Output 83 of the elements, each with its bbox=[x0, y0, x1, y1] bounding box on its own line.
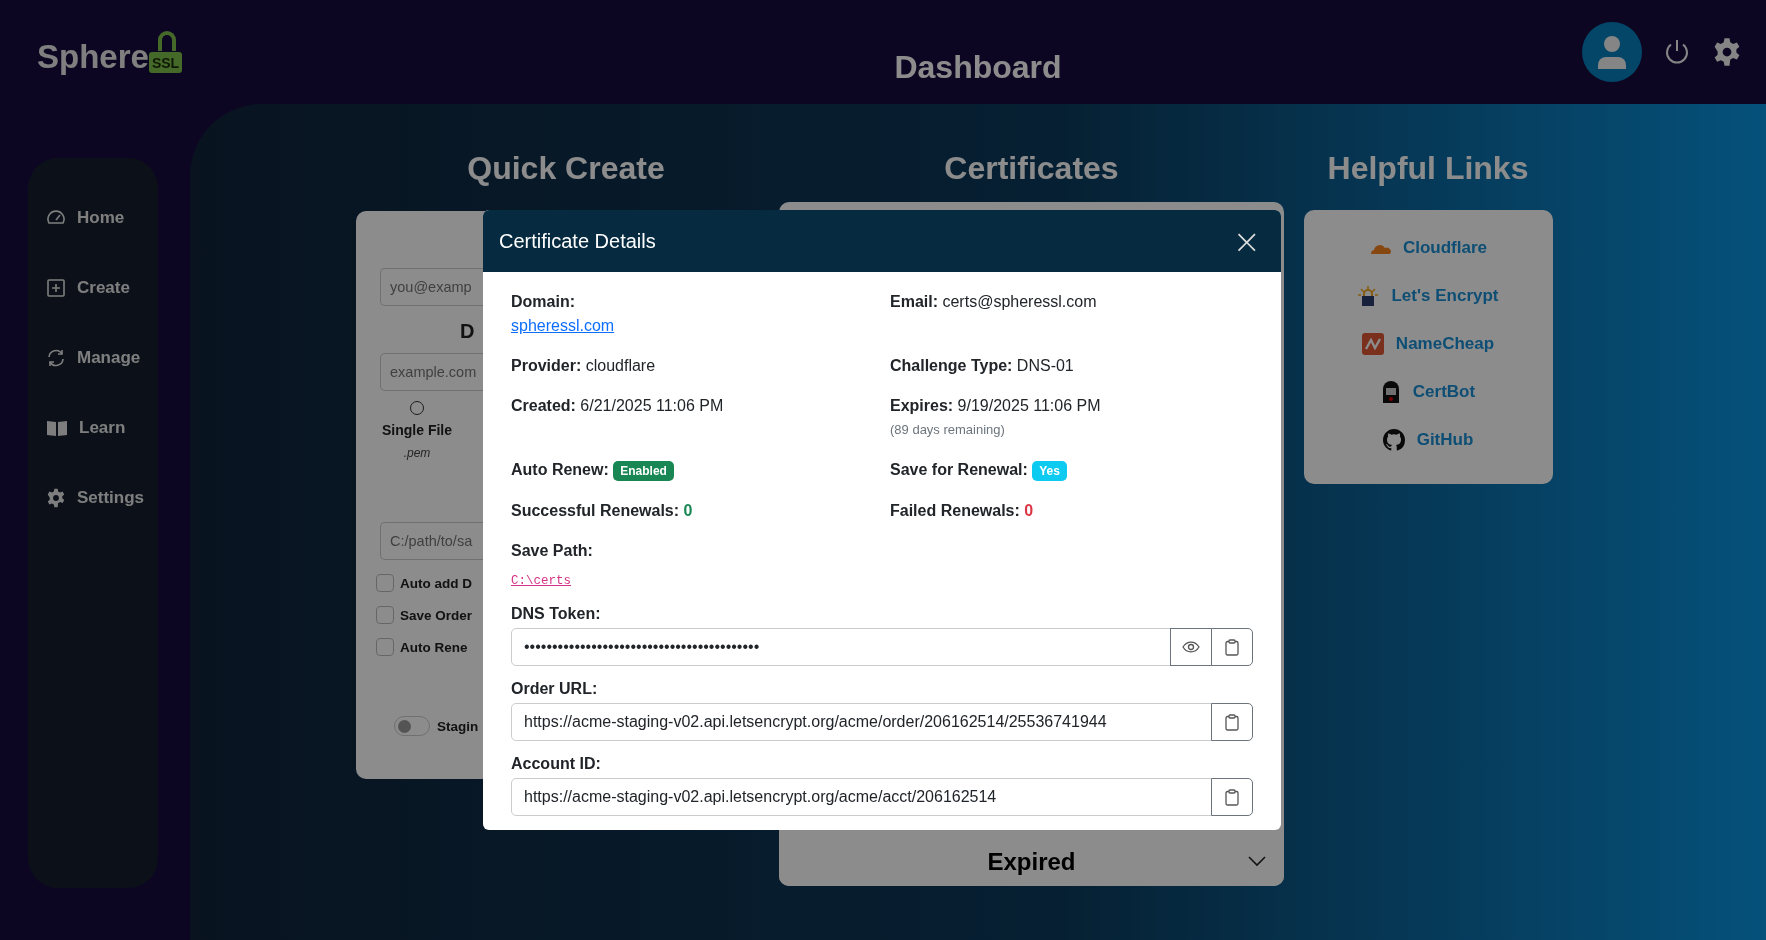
logo-text: Sphere bbox=[37, 40, 149, 73]
external-link[interactable]: GitHub bbox=[1382, 426, 1474, 453]
plus-square-icon bbox=[46, 278, 66, 298]
clipboard-icon bbox=[1225, 713, 1239, 731]
checkbox[interactable] bbox=[376, 606, 394, 624]
settings-button[interactable] bbox=[1712, 37, 1742, 67]
close-button[interactable]: × bbox=[1228, 224, 1265, 258]
power-button[interactable] bbox=[1664, 38, 1690, 66]
section-heading: Quick Create bbox=[467, 149, 665, 188]
section-heading: Certificates bbox=[944, 149, 1119, 188]
nav-link[interactable]: Settings bbox=[46, 484, 158, 512]
page-title: Dashboard bbox=[894, 48, 1062, 86]
external-link[interactable]: CertBot bbox=[1380, 378, 1476, 405]
sync-icon bbox=[46, 348, 66, 368]
external-link[interactable]: Cloudflare bbox=[1368, 234, 1488, 261]
nav-link[interactable]: Home bbox=[46, 204, 158, 232]
copy-button[interactable] bbox=[1211, 703, 1253, 741]
padlock-icon bbox=[1357, 284, 1380, 307]
detail-label: Created: bbox=[511, 397, 576, 414]
book-icon bbox=[46, 418, 68, 438]
avatar-button[interactable] bbox=[1582, 22, 1642, 82]
checkbox-label: Auto Rene bbox=[400, 639, 468, 655]
checkbox[interactable] bbox=[376, 574, 394, 592]
nav-link[interactable]: Learn bbox=[46, 414, 158, 442]
detail-label: Failed Renewals: bbox=[890, 502, 1020, 519]
eye-icon bbox=[1182, 641, 1200, 653]
count-value: 0 bbox=[1024, 502, 1034, 519]
github-icon bbox=[1382, 428, 1405, 451]
detail-value: 6/21/2025 11:06 PM bbox=[580, 397, 724, 414]
detail-label: Auto Renew: bbox=[511, 461, 609, 478]
status-badge: Yes bbox=[1032, 461, 1067, 481]
show-token-button[interactable] bbox=[1170, 628, 1212, 666]
detail-label: Email: bbox=[890, 293, 938, 310]
power-icon bbox=[1664, 38, 1690, 66]
format-label: Single File bbox=[382, 422, 452, 438]
field-label: Account ID: bbox=[511, 755, 602, 773]
status-badge: Enabled bbox=[613, 461, 674, 481]
remaining-days-note: (89 days remaining) bbox=[890, 421, 1006, 439]
external-link[interactable]: Let's Encrypt bbox=[1357, 282, 1499, 309]
field-label: DNS Token: bbox=[511, 605, 602, 623]
detail-value: 9/19/2025 11:06 PM bbox=[957, 397, 1101, 414]
detail-label: Challenge Type: bbox=[890, 357, 1013, 374]
copy-button[interactable] bbox=[1211, 778, 1253, 816]
user-silhouette-icon bbox=[1597, 35, 1627, 69]
gear-icon bbox=[46, 488, 66, 508]
toggle-switch[interactable] bbox=[394, 716, 430, 736]
field-label: Order URL: bbox=[511, 680, 599, 698]
settings-icon bbox=[1712, 37, 1742, 67]
clipboard-icon bbox=[1225, 638, 1239, 656]
domain-link[interactable]: spheressl.com bbox=[511, 316, 890, 336]
url-field[interactable]: https://acme-staging-v02.api.letsencrypt.org/acme/acct/206162514 bbox=[511, 778, 1212, 816]
detail-value: certs@spheressl.com bbox=[942, 293, 1097, 310]
checkbox-label: Save Order bbox=[400, 607, 473, 623]
form-subheading: D bbox=[460, 320, 475, 343]
toggle-label: Stagin bbox=[437, 718, 479, 734]
detail-value: cloudflare bbox=[585, 357, 656, 374]
email-field[interactable]: you@examp bbox=[380, 268, 483, 306]
save-path-field[interactable]: C:/path/to/sa bbox=[380, 522, 483, 560]
nav-link[interactable]: Manage bbox=[46, 344, 158, 372]
section-heading: Helpful Links bbox=[1327, 149, 1529, 188]
padlock-logo: SSL bbox=[148, 31, 190, 73]
checkbox-label: Auto add D bbox=[400, 575, 472, 591]
count-value: 0 bbox=[683, 502, 693, 519]
nav-link[interactable]: Create bbox=[46, 274, 158, 302]
detail-label: Successful Renewals: bbox=[511, 502, 680, 519]
namecheap-logo-icon bbox=[1361, 332, 1384, 355]
checkbox[interactable] bbox=[376, 638, 394, 656]
detail-label: Save for Renewal: bbox=[890, 461, 1028, 478]
detail-label: Domain: bbox=[511, 293, 575, 310]
detail-label: Expires: bbox=[890, 397, 954, 414]
token-field[interactable]: •••••••••••••••••••••••••••••••••••••••••• bbox=[511, 628, 1171, 666]
detail-label: Provider: bbox=[511, 357, 582, 374]
clipboard-icon bbox=[1225, 788, 1239, 806]
path-value: C:\certs bbox=[511, 573, 572, 590]
format-extension: .pem bbox=[403, 446, 431, 460]
url-field[interactable]: https://acme-staging-v02.api.letsencrypt.org/acme/order/206162514/25536741944 bbox=[511, 703, 1212, 741]
external-link[interactable]: NameCheap bbox=[1361, 330, 1495, 357]
detail-value: DNS-01 bbox=[1016, 357, 1074, 374]
detail-label: Save Path: bbox=[511, 542, 593, 559]
copy-button[interactable] bbox=[1211, 628, 1253, 666]
domain-field[interactable]: example.com bbox=[380, 353, 483, 391]
modal-title: Certificate Details bbox=[499, 229, 656, 253]
robot-icon bbox=[1380, 380, 1401, 403]
